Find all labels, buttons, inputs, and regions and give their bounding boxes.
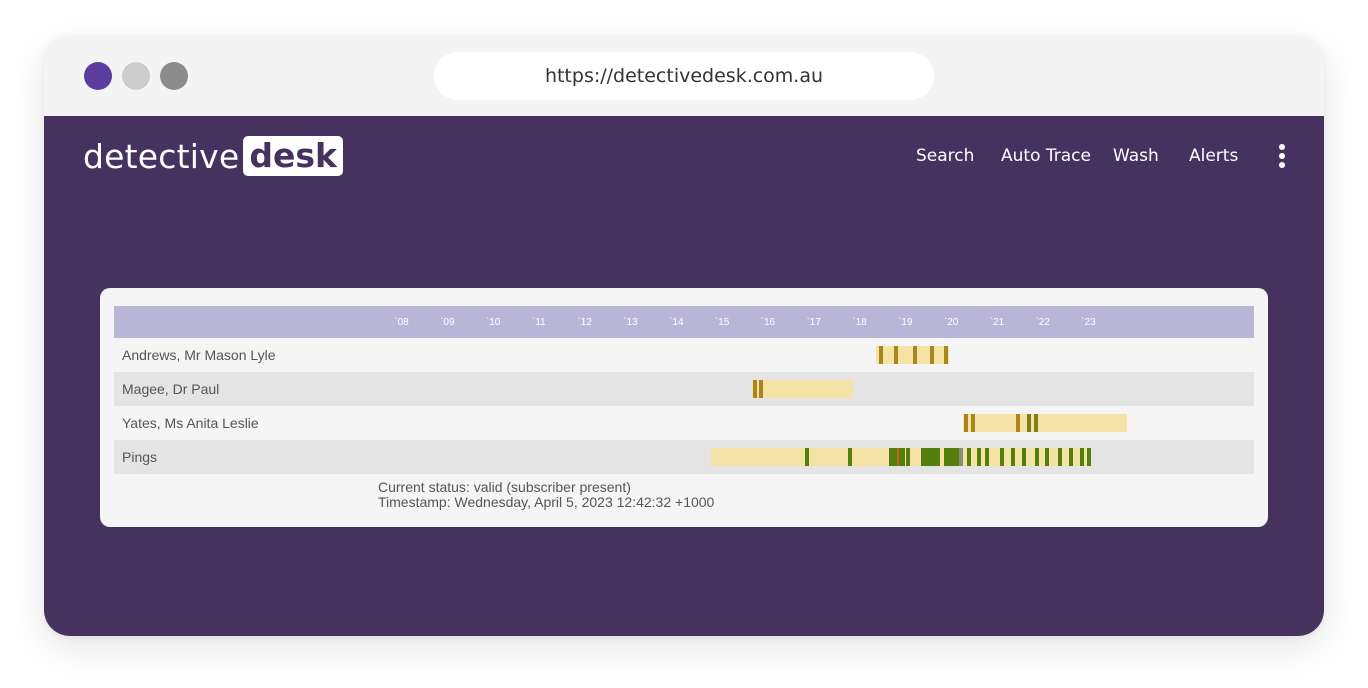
activity-mark[interactable] [1034,448,1039,466]
timeline-row[interactable]: Andrews, Mr Mason Lyle [114,338,1254,372]
nav-auto-trace[interactable]: Auto Trace [1001,146,1091,166]
activity-mark[interactable] [921,448,940,466]
activity-mark[interactable] [984,448,989,466]
timeline-row[interactable]: Magee, Dr Paul [114,372,1254,406]
activity-mark[interactable] [1033,414,1038,432]
year-tick-label: `08 [394,317,409,328]
browser-titlebar: https://detectivedesk.com.au [44,36,1324,116]
address-bar[interactable]: https://detectivedesk.com.au [434,52,934,100]
year-tick-label: `18 [852,317,867,328]
activity-mark[interactable] [753,380,758,398]
activity-mark[interactable] [1000,448,1005,466]
activity-mark[interactable] [1086,448,1091,466]
year-tick-label: `14 [669,317,684,328]
page-content: detective desk Search Auto Trace Wash Al… [44,116,1324,636]
activity-mark[interactable] [1069,448,1074,466]
activity-mark[interactable] [1079,448,1084,466]
activity-mark[interactable] [971,414,976,432]
activity-mark[interactable] [912,346,917,364]
year-tick-label: `17 [806,317,821,328]
kebab-menu-icon[interactable] [1272,144,1292,168]
year-tick-label: `13 [623,317,638,328]
year-tick-label: `22 [1035,317,1050,328]
timestamp-text: Timestamp: Wednesday, April 5, 2023 12:4… [378,494,715,510]
timeline-row[interactable]: Pings [114,440,1254,474]
nav-wash[interactable]: Wash [1113,146,1159,166]
year-tick-label: `10 [485,317,501,328]
activity-mark[interactable] [878,346,883,364]
nav-search[interactable]: Search [916,146,974,166]
year-tick-label: `09 [440,317,455,328]
activity-range-bar[interactable] [751,380,853,398]
row-label: Pings [122,449,158,465]
activity-mark[interactable] [1058,448,1063,466]
year-tick-label: `12 [577,317,592,328]
row-label: Magee, Dr Paul [122,381,220,397]
activity-mark[interactable] [929,346,934,364]
activity-mark[interactable] [897,448,900,466]
activity-mark[interactable] [1027,414,1032,432]
activity-mark[interactable] [848,448,853,466]
nav-alerts[interactable]: Alerts [1189,146,1238,166]
activity-mark[interactable] [905,448,910,466]
timeline-row[interactable]: Yates, Ms Anita Leslie [114,406,1254,440]
logo-text-desk: desk [243,136,343,176]
activity-mark[interactable] [893,346,898,364]
row-label: Yates, Ms Anita Leslie [122,415,259,431]
timeline-year-header: `08 `09 `10 `11 `12 `13 `14 `15 `16 `17 `18 `19 `20 `… [114,306,1254,338]
activity-mark[interactable] [944,346,949,364]
activity-mark[interactable] [967,448,972,466]
activity-mark[interactable] [1015,414,1020,432]
window-minimize-dot[interactable] [122,62,150,90]
browser-window: https://detectivedesk.com.au detective d… [44,36,1324,636]
year-tick-label: `19 [898,317,913,328]
activity-mark[interactable] [963,414,968,432]
activity-mark[interactable] [759,380,764,398]
activity-mark[interactable] [959,448,964,466]
current-status-text: Current status: valid (subscriber presen… [378,479,631,495]
timeline-card: `08 `09 `10 `11 `12 `13 `14 `15 `16 `17 `18 `19 `20 `… [100,288,1268,527]
year-tick-label: `21 [989,317,1005,328]
activity-mark[interactable] [804,448,809,466]
url-text: https://detectivedesk.com.au [544,65,824,87]
activity-mark[interactable] [976,448,981,466]
row-label: Andrews, Mr Mason Lyle [122,347,276,363]
year-tick-label: `23 [1081,317,1096,328]
activity-mark[interactable] [1010,448,1015,466]
year-tick-label: `16 [760,317,776,328]
site-logo[interactable]: detective desk [83,136,343,176]
activity-mark[interactable] [944,448,961,466]
window-maximize-dot[interactable] [160,62,188,90]
activity-range-bar[interactable] [962,414,1128,432]
activity-mark[interactable] [1045,448,1050,466]
year-tick-label: `11 [532,317,546,328]
activity-mark[interactable] [1022,448,1027,466]
logo-text-detective: detective [83,136,240,176]
year-tick-label: `15 [714,317,730,328]
year-tick-label: `20 [943,317,959,328]
window-close-dot[interactable] [84,62,112,90]
